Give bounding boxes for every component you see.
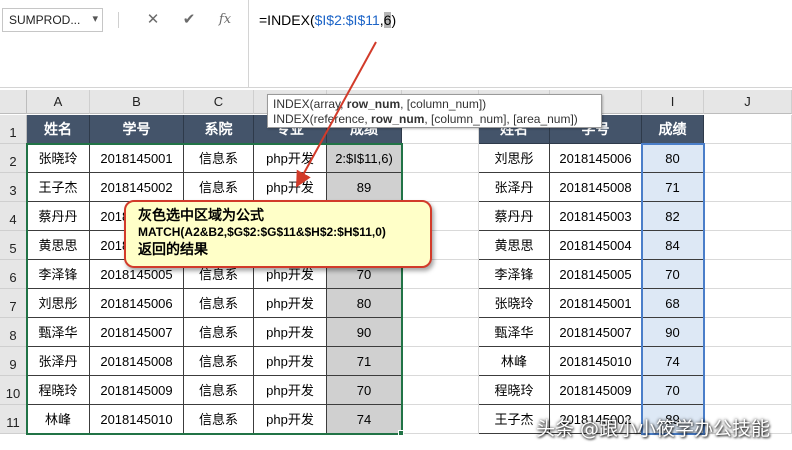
- annotation-arrow-icon: [296, 41, 377, 188]
- watermark: 头条 @跟小小筱学办公技能: [536, 418, 771, 440]
